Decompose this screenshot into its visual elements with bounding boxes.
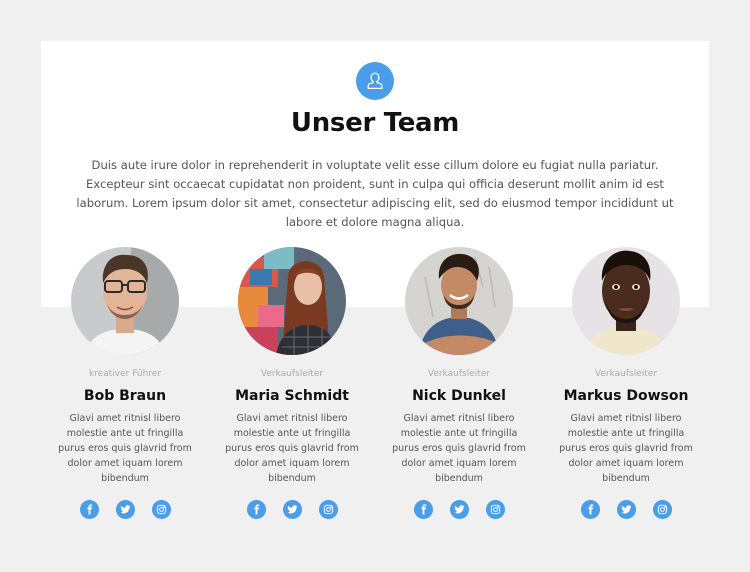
twitter-icon: [453, 505, 465, 514]
twitter-link[interactable]: [449, 500, 469, 519]
instagram-link[interactable]: [318, 500, 338, 519]
facebook-link[interactable]: [580, 500, 600, 519]
member-photo: [572, 247, 680, 355]
team-member-card: Verkaufsleiter Maria Schmidt Glavi amet …: [212, 247, 372, 519]
member-role: Verkaufsleiter: [594, 369, 658, 379]
member-role: Verkaufsleiter: [260, 369, 324, 379]
social-links: [212, 500, 372, 519]
instagram-link[interactable]: [151, 500, 171, 519]
facebook-icon: [86, 504, 92, 515]
facebook-link[interactable]: [413, 500, 433, 519]
facebook-icon: [253, 504, 259, 515]
team-member-card: kreativer Führer Bob Braun Glavi amet ri…: [45, 247, 205, 519]
instagram-link[interactable]: [485, 500, 505, 519]
instagram-icon: [657, 504, 667, 515]
member-role: kreativer Führer: [88, 369, 162, 379]
facebook-link[interactable]: [246, 500, 266, 519]
member-photo: [238, 247, 346, 355]
member-bio: Glavi amet ritnisl libero molestie ante …: [58, 413, 192, 484]
team-member-card: Verkaufsleiter Markus Dowson Glavi amet …: [546, 247, 706, 519]
social-links: [546, 500, 706, 519]
member-name: Maria Schmidt: [235, 388, 349, 404]
twitter-link[interactable]: [616, 500, 636, 519]
instagram-icon: [323, 504, 333, 515]
twitter-icon: [119, 505, 131, 514]
twitter-icon: [286, 505, 298, 514]
member-bio: Glavi amet ritnisl libero molestie ante …: [559, 413, 693, 484]
facebook-icon: [587, 504, 593, 515]
facebook-link[interactable]: [79, 500, 99, 519]
member-name: Bob Braun: [83, 388, 167, 404]
social-links: [45, 500, 205, 519]
team-member-card: Verkaufsleiter Nick Dunkel Glavi amet ri…: [379, 247, 539, 519]
instagram-link[interactable]: [652, 500, 672, 519]
member-role: Verkaufsleiter: [427, 369, 491, 379]
intro-text: Duis aute irure dolor in reprehenderit i…: [76, 158, 674, 229]
member-photo: [71, 247, 179, 355]
member-bio: Glavi amet ritnisl libero molestie ante …: [392, 413, 526, 484]
instagram-icon: [490, 504, 500, 515]
member-name: Nick Dunkel: [412, 388, 506, 404]
instagram-icon: [156, 504, 166, 515]
facebook-icon: [420, 504, 426, 515]
page-title: Unser Team: [290, 108, 460, 138]
member-bio: Glavi amet ritnisl libero molestie ante …: [225, 413, 359, 484]
twitter-link[interactable]: [282, 500, 302, 519]
member-photo: [405, 247, 513, 355]
user-icon: [356, 62, 394, 100]
social-links: [379, 500, 539, 519]
twitter-link[interactable]: [115, 500, 135, 519]
member-name: Markus Dowson: [563, 388, 689, 404]
twitter-icon: [620, 505, 632, 514]
